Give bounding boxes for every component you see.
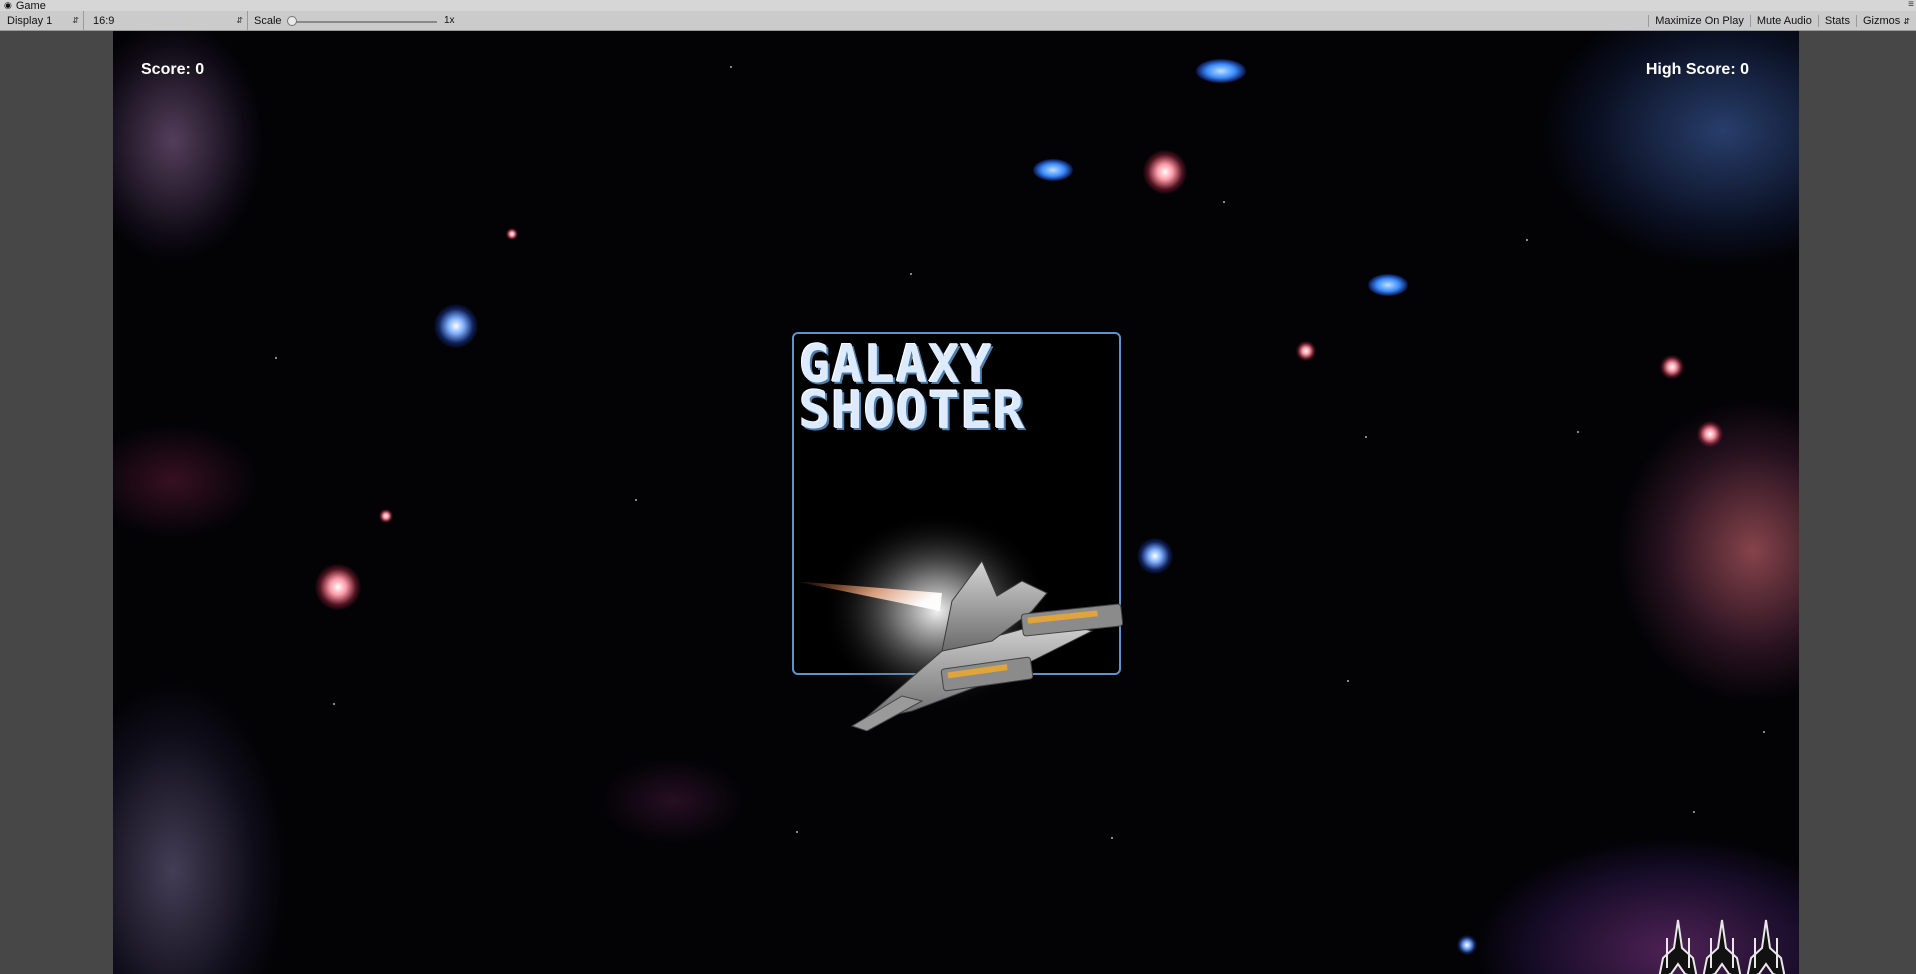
display-select[interactable]: Display 1 ⇵ [0, 11, 84, 30]
game-viewport[interactable]: Score: 0 High Score: 0 GALAXY SHOOTER [113, 31, 1799, 974]
tab-menu-icon[interactable]: ≡ [1908, 0, 1914, 10]
red-star [506, 228, 518, 240]
score-label: Score: 0 [141, 61, 205, 78]
stats-toggle[interactable]: Stats [1817, 14, 1856, 27]
dot-star [1693, 811, 1695, 813]
blue-nebula-blob [1368, 274, 1408, 296]
toolbar-right-buttons: Maximize On Play Mute Audio Stats Gizmos… [1648, 11, 1916, 30]
dot-star [1347, 680, 1349, 682]
scale-slider-track[interactable] [292, 21, 437, 23]
blue-nebula-blob [1033, 159, 1073, 181]
ship-icon [1746, 919, 1786, 974]
dot-star [730, 66, 732, 68]
blue-star [434, 304, 478, 348]
ship-icon [1702, 919, 1742, 974]
dot-star [1577, 431, 1579, 433]
lives-indicator [1657, 918, 1787, 974]
aspect-select[interactable]: 16:9 ⇵ [86, 11, 248, 30]
gizmos-dropdown[interactable]: Gizmos ⇵ [1855, 14, 1916, 27]
dot-star [910, 273, 912, 275]
red-star [1296, 341, 1316, 361]
blue-nebula-blob [1196, 59, 1246, 83]
dot-star [1223, 201, 1225, 203]
display-select-value: Display 1 [7, 14, 53, 27]
dot-star [1111, 837, 1113, 839]
dot-star [635, 499, 637, 501]
dot-star [333, 703, 335, 705]
unity-icon: ◉ [4, 0, 12, 10]
blue-star [1457, 935, 1477, 955]
red-star [379, 509, 393, 523]
updown-arrow-icon: ⇵ [1903, 16, 1910, 26]
window-tab-bar: ◉ Game ≡ [0, 0, 1916, 12]
scale-slider-thumb[interactable] [287, 16, 297, 26]
red-star [1697, 421, 1723, 447]
scale-value: 1x [444, 15, 455, 26]
red-star [315, 564, 361, 610]
red-star [1143, 150, 1187, 194]
game-tab-label: Game [15, 0, 46, 12]
dot-star [796, 831, 798, 833]
red-star [1660, 355, 1684, 379]
high-score-label: High Score: 0 [1645, 61, 1749, 78]
updown-arrow-icon: ⇵ [236, 16, 243, 25]
spaceship-illustration [792, 501, 1172, 732]
gizmos-label: Gizmos [1862, 14, 1901, 27]
aspect-select-value: 16:9 [93, 14, 115, 27]
ship-icon [1658, 919, 1698, 974]
dot-star [1526, 239, 1528, 241]
dot-star [275, 357, 277, 359]
dot-star [1365, 436, 1367, 438]
scale-label: Scale [254, 14, 282, 27]
dot-star [1763, 731, 1765, 733]
game-tab[interactable]: ◉ Game [0, 0, 50, 12]
updown-arrow-icon: ⇵ [72, 16, 79, 25]
game-title: GALAXY SHOOTER [799, 335, 1026, 441]
maximize-on-play-toggle[interactable]: Maximize On Play [1648, 14, 1750, 27]
mute-audio-toggle[interactable]: Mute Audio [1749, 14, 1818, 27]
